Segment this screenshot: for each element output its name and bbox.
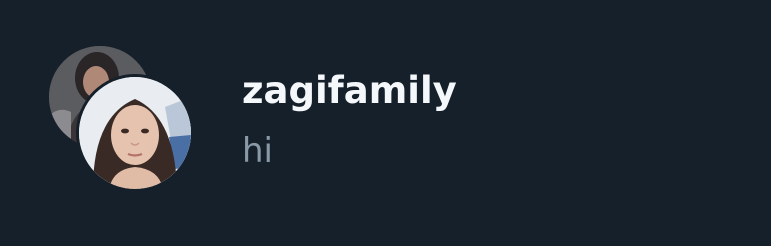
conversation-text: zagifamily hi — [242, 66, 457, 174]
conversation-row[interactable]: zagifamily hi — [0, 0, 771, 246]
front-avatar-photo — [79, 77, 191, 189]
front-avatar-ring — [76, 74, 194, 192]
group-avatar[interactable] — [49, 46, 197, 194]
username: zagifamily — [242, 69, 457, 112]
last-message-preview: hi — [242, 131, 273, 171]
